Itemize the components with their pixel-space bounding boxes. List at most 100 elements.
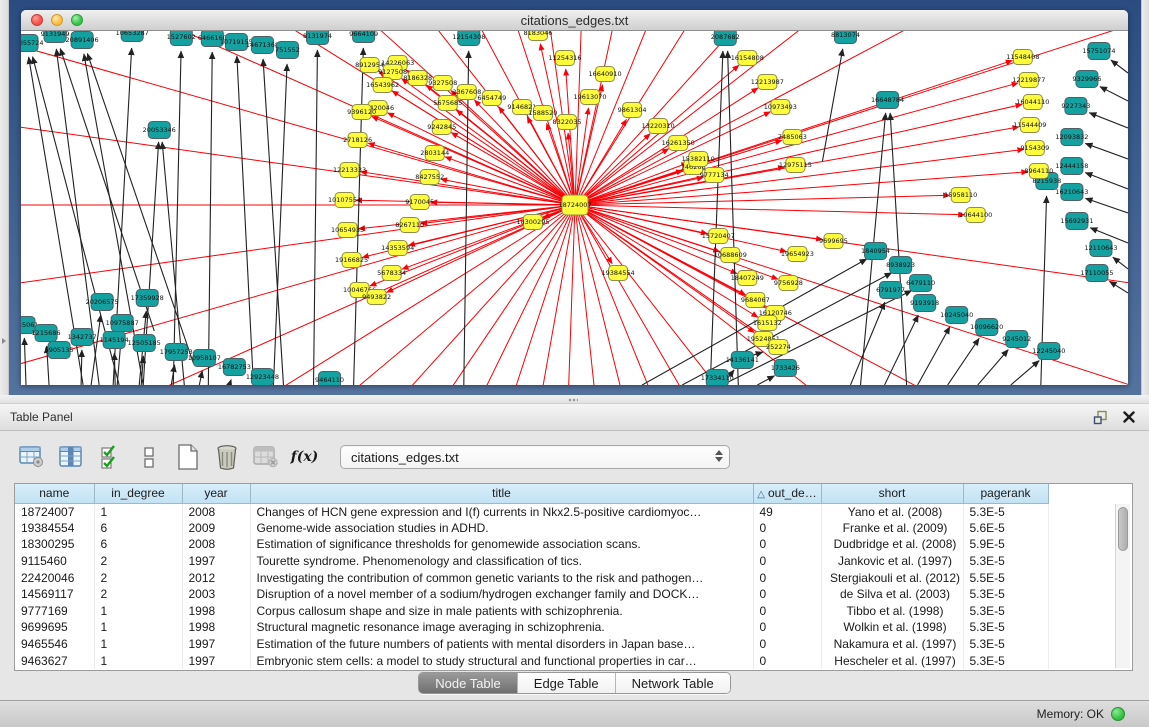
graph-node[interactable]: 14353594 bbox=[381, 241, 414, 256]
graph-node[interactable]: 2087682 bbox=[711, 31, 740, 46]
network-view[interactable]: 1405572491319492089140610653287152760264… bbox=[21, 31, 1128, 385]
graph-node[interactable]: 9242845 bbox=[427, 120, 456, 135]
column-header-pagerank[interactable]: pagerank bbox=[963, 484, 1048, 503]
tab-node-table[interactable]: Node Table bbox=[419, 673, 517, 693]
graph-node[interactable]: 9227343 bbox=[1061, 98, 1090, 115]
network-window[interactable]: citations_edges.txt 14055724913194920891… bbox=[21, 10, 1128, 385]
cell-out_degree[interactable]: 0 bbox=[753, 619, 821, 636]
cell-pagerank[interactable]: 5.3E-5 bbox=[963, 503, 1048, 520]
cell-out_degree[interactable]: 0 bbox=[753, 652, 821, 669]
graph-node[interactable]: 5905135 bbox=[45, 342, 74, 359]
cell-pagerank[interactable]: 5.3E-5 bbox=[963, 553, 1048, 570]
graph-hub-node[interactable]: 18724007 bbox=[558, 195, 591, 215]
delete-column-button[interactable] bbox=[213, 443, 240, 471]
cell-title[interactable]: Estimation of significance thresholds fo… bbox=[250, 536, 753, 553]
cell-out_degree[interactable]: 0 bbox=[753, 520, 821, 537]
graph-node[interactable]: 252274 bbox=[766, 340, 791, 355]
table-row[interactable]: 969969511998Structural magnetic resonanc… bbox=[15, 619, 1048, 636]
graph-node[interactable]: 15720407 bbox=[702, 229, 735, 244]
table-row[interactable]: 1938455462009Genome-wide association stu… bbox=[15, 520, 1048, 537]
graph-node[interactable]: 19654923 bbox=[781, 247, 814, 262]
cell-title[interactable]: Genome-wide association studies in ADHD. bbox=[250, 520, 753, 537]
cell-pagerank[interactable]: 5.3E-5 bbox=[963, 652, 1048, 669]
cell-pagerank[interactable]: 5.3E-5 bbox=[963, 586, 1048, 603]
cell-title[interactable]: Estimation of the future numbers of pati… bbox=[250, 636, 753, 653]
float-panel-button[interactable] bbox=[1092, 409, 1108, 425]
graph-node[interactable]: 9464110 bbox=[315, 372, 344, 386]
table-row[interactable]: 946554611997Estimation of the future num… bbox=[15, 636, 1048, 653]
cell-pagerank[interactable]: 5.9E-5 bbox=[963, 536, 1048, 553]
cell-name[interactable]: 14569117 bbox=[15, 586, 94, 603]
graph-node[interactable]: 16044110 bbox=[1016, 95, 1049, 110]
graph-node[interactable]: 1840954 bbox=[861, 243, 890, 260]
cell-title[interactable]: Structural magnetic resonance image aver… bbox=[250, 619, 753, 636]
tab-network-table[interactable]: Network Table bbox=[615, 673, 730, 693]
graph-node[interactable]: 9193918 bbox=[910, 295, 939, 312]
cell-pagerank[interactable]: 5.3E-5 bbox=[963, 636, 1048, 653]
graph-node[interactable]: 15751074 bbox=[1082, 43, 1115, 60]
table-row[interactable]: 977716911998Corpus callosum shape and si… bbox=[15, 603, 1048, 620]
graph-node[interactable]: 20053346 bbox=[143, 122, 176, 139]
create-column-button[interactable] bbox=[174, 443, 201, 471]
graph-node[interactable]: 17110055 bbox=[1080, 265, 1113, 282]
graph-node[interactable]: 1342737 bbox=[68, 329, 97, 346]
cell-short[interactable]: Jankovic et al. (1997) bbox=[821, 553, 963, 570]
cell-year[interactable]: 2008 bbox=[182, 536, 250, 553]
graph-node[interactable]: 16154808 bbox=[731, 51, 764, 66]
graph-node[interactable]: 12213987 bbox=[751, 75, 784, 90]
cell-in_degree[interactable]: 1 bbox=[94, 636, 182, 653]
graph-node[interactable]: 8183046 bbox=[523, 31, 552, 41]
cell-in_degree[interactable]: 2 bbox=[94, 569, 182, 586]
graph-node[interactable]: 12093832 bbox=[1055, 129, 1088, 146]
column-header-name[interactable]: name bbox=[15, 484, 94, 503]
cell-pagerank[interactable]: 5.3E-5 bbox=[963, 619, 1048, 636]
graph-node[interactable]: 11544409 bbox=[1013, 118, 1046, 133]
cell-short[interactable]: Stergiakouli et al. (2012) bbox=[821, 569, 963, 586]
cell-year[interactable]: 1998 bbox=[182, 603, 250, 620]
graph-node[interactable]: 10975887 bbox=[106, 315, 139, 332]
cell-year[interactable]: 2009 bbox=[182, 520, 250, 537]
graph-node[interactable]: 8938923 bbox=[886, 257, 915, 274]
graph-node[interactable]: 17359928 bbox=[131, 290, 164, 307]
cell-name[interactable]: 18300295 bbox=[15, 536, 94, 553]
graph-node[interactable]: 10688609 bbox=[714, 248, 747, 263]
cell-year[interactable]: 2012 bbox=[182, 569, 250, 586]
table-row[interactable]: 1830029562008Estimation of significance … bbox=[15, 536, 1048, 553]
column-header-short[interactable]: short bbox=[821, 484, 963, 503]
table-row[interactable]: 2242004622012Investigating the contribut… bbox=[15, 569, 1048, 586]
graph-node[interactable]: 10653287 bbox=[116, 31, 149, 42]
graph-node[interactable]: 14136141 bbox=[726, 352, 759, 369]
graph-node[interactable]: 12110643 bbox=[1084, 240, 1117, 257]
deselect-rows-button[interactable] bbox=[135, 443, 162, 471]
cell-title[interactable]: Changes of HCN gene expression and I(f) … bbox=[250, 503, 753, 520]
cell-in_degree[interactable]: 1 bbox=[94, 619, 182, 636]
cell-year[interactable]: 1998 bbox=[182, 619, 250, 636]
table-row[interactable]: 1872400712008Changes of HCN gene express… bbox=[15, 503, 1048, 520]
cell-name[interactable]: 18724007 bbox=[15, 503, 94, 520]
graph-node[interactable]: 8813074 bbox=[831, 31, 860, 44]
graph-node[interactable]: 9861304 bbox=[618, 103, 647, 118]
graph-node[interactable]: 12154308 bbox=[452, 31, 485, 46]
graph-node[interactable]: 12975115 bbox=[779, 158, 812, 173]
graph-node[interactable]: 9664109 bbox=[349, 31, 378, 43]
graph-node[interactable]: 12505185 bbox=[128, 335, 161, 352]
graph-node[interactable]: 20206575 bbox=[86, 294, 119, 311]
graph-node[interactable]: 10245040 bbox=[940, 307, 973, 324]
cell-short[interactable]: Yano et al. (2008) bbox=[821, 503, 963, 520]
graph-node[interactable]: 8267110 bbox=[395, 218, 424, 233]
cell-pagerank[interactable]: 5.3E-5 bbox=[963, 603, 1048, 620]
cell-short[interactable]: de Silva et al. (2003) bbox=[821, 586, 963, 603]
cell-name[interactable]: 9465546 bbox=[15, 636, 94, 653]
graph-node[interactable]: 1733426 bbox=[771, 360, 800, 377]
graph-node[interactable]: 9170045 bbox=[405, 195, 434, 210]
cell-short[interactable]: Franke et al. (2009) bbox=[821, 520, 963, 537]
column-header-year[interactable]: year bbox=[182, 484, 250, 503]
graph-node[interactable]: 16210643 bbox=[1055, 184, 1088, 201]
cell-in_degree[interactable]: 6 bbox=[94, 520, 182, 537]
cell-year[interactable]: 1997 bbox=[182, 652, 250, 669]
cell-out_degree[interactable]: 0 bbox=[753, 636, 821, 653]
cell-short[interactable]: Tibbo et al. (1998) bbox=[821, 603, 963, 620]
cell-out_degree[interactable]: 0 bbox=[753, 586, 821, 603]
delete-table-button-disabled[interactable] bbox=[252, 443, 279, 471]
cell-short[interactable]: Wolkin et al. (1998) bbox=[821, 619, 963, 636]
